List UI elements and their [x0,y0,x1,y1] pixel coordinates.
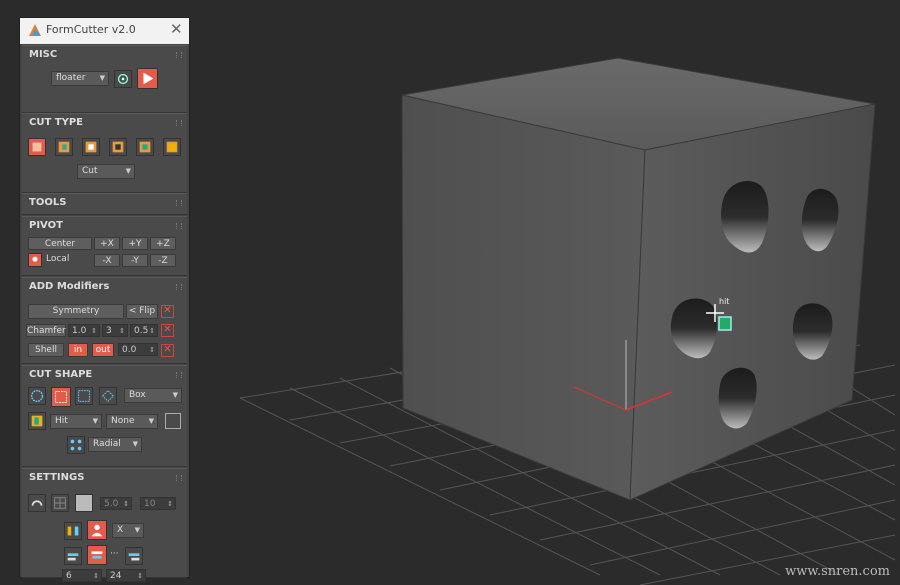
align-left-icon[interactable] [64,547,82,565]
radial-array-icon[interactable] [67,436,85,454]
shape-dropdown[interactable]: Box ▼ [124,388,182,403]
close-icon[interactable]: ✕ [170,20,183,38]
count-spinner-2[interactable]: 24 ⇕ [106,569,146,582]
box-shape-icon[interactable] [51,387,71,407]
flip-button[interactable]: < Flip [126,304,158,319]
person-icon[interactable] [87,520,107,540]
count-spinner-1[interactable]: 6 ⇕ [62,569,102,582]
align-center-icon[interactable] [87,545,107,565]
hit-mode-icon[interactable] [28,412,46,430]
tools-header[interactable]: TOOLS [22,194,187,212]
local-label: Local [46,254,70,264]
chamfer-tension-spinner[interactable]: 0.5 ⇕ [130,324,158,337]
tools-rollout: TOOLS [22,193,187,215]
magnet-icon[interactable] [28,494,46,512]
minus-x-button[interactable]: -X [94,254,120,267]
freeform-shape-icon[interactable] [99,387,117,405]
snap-angle-spinner[interactable]: 5.0 ⇕ [100,497,132,510]
hit-label: hit [719,297,730,306]
cut-icon[interactable] [28,138,46,156]
plus-x-button[interactable]: +X [94,237,120,250]
shell-amount-spinner[interactable]: 0.0 ⇕ [118,343,158,356]
formcutter-logo-icon [29,24,41,36]
poly-shape-icon[interactable] [75,387,93,405]
remove-chamfer-icon[interactable]: ✕ [161,324,174,337]
align-right-icon[interactable] [125,547,143,565]
grid-snap-icon[interactable] [51,494,69,512]
shell-out-button[interactable]: out [92,343,114,357]
watermark: www.snren.com [785,564,890,579]
cut-type-rollout: CUT TYPE Cut ▼ [22,113,187,193]
remove-shell-icon[interactable]: ✕ [161,344,174,357]
axis-dropdown[interactable]: X ▼ [112,523,144,538]
circle-shape-icon[interactable] [28,387,46,405]
slice-icon[interactable] [55,138,73,156]
cut-operation-dropdown[interactable]: Cut ▼ [77,164,135,179]
minus-z-button[interactable]: -Z [150,254,176,267]
modifiers-rollout: ADD Modifiers Symmetry < Flip ✕ Chamfer … [22,277,187,364]
minus-y-button[interactable]: -Y [122,254,148,267]
chamfer-button[interactable]: Chamfer [26,324,66,337]
union-icon[interactable] [82,138,100,156]
shell-button[interactable]: Shell [28,343,64,357]
split-icon[interactable] [136,138,154,156]
center-button[interactable]: Center [28,237,92,250]
cut-shape-header[interactable]: CUT SHAPE [22,366,187,384]
target-icon[interactable] [114,70,132,88]
cut-type-header[interactable]: CUT TYPE [22,114,187,132]
none-dropdown[interactable]: None ▼ [106,414,158,429]
modifiers-header[interactable]: ADD Modifiers [22,278,187,296]
color-swatch[interactable] [165,413,181,429]
merge-icon[interactable] [163,138,181,156]
snap-color-swatch[interactable] [75,494,93,512]
intersect-icon[interactable] [109,138,127,156]
title-bar[interactable]: FormCutter v2.0 ✕ [20,18,189,44]
symmetry-button[interactable]: Symmetry [28,304,124,319]
ellipsis-icon: ··· [110,549,119,559]
pivot-rollout: PIVOT Center +X +Y +Z Local -X -Y -Z [22,216,187,276]
mirror-icon[interactable] [64,522,82,540]
shell-in-button[interactable]: in [68,343,88,357]
formcutter-panel: FormCutter v2.0 ✕ MISC floater ▼ CUT TYPE… [19,17,190,582]
settings-header[interactable]: SETTINGS [22,469,187,487]
pivot-header[interactable]: PIVOT [22,217,187,235]
misc-header[interactable]: MISC [22,46,187,64]
chamfer-amount-spinner[interactable]: 1.0 ⇕ [68,324,100,337]
play-icon[interactable] [137,68,158,89]
plus-z-button[interactable]: +Z [150,237,176,250]
plus-y-button[interactable]: +Y [122,237,148,250]
radial-dropdown[interactable]: Radial ▼ [88,437,142,452]
misc-rollout: MISC floater ▼ [22,45,187,113]
remove-symmetry-icon[interactable]: ✕ [161,305,174,318]
snap-step-spinner[interactable]: 10 ⇕ [140,497,176,510]
settings-rollout: SETTINGS 5.0 ⇕ 10 ⇕ X ▼ ··· 6 ⇕ 24 ⇕ [22,468,187,582]
local-pivot-icon[interactable] [28,253,42,267]
chamfer-segments-spinner[interactable]: 3 ⇕ [102,324,128,337]
mode-dropdown[interactable]: floater ▼ [51,71,109,86]
window-title: FormCutter v2.0 [46,23,136,36]
cut-shape-rollout: CUT SHAPE Box ▼ Hit ▼ None ▼ Radial ▼ [22,365,187,467]
hit-dropdown[interactable]: Hit ▼ [50,414,102,429]
